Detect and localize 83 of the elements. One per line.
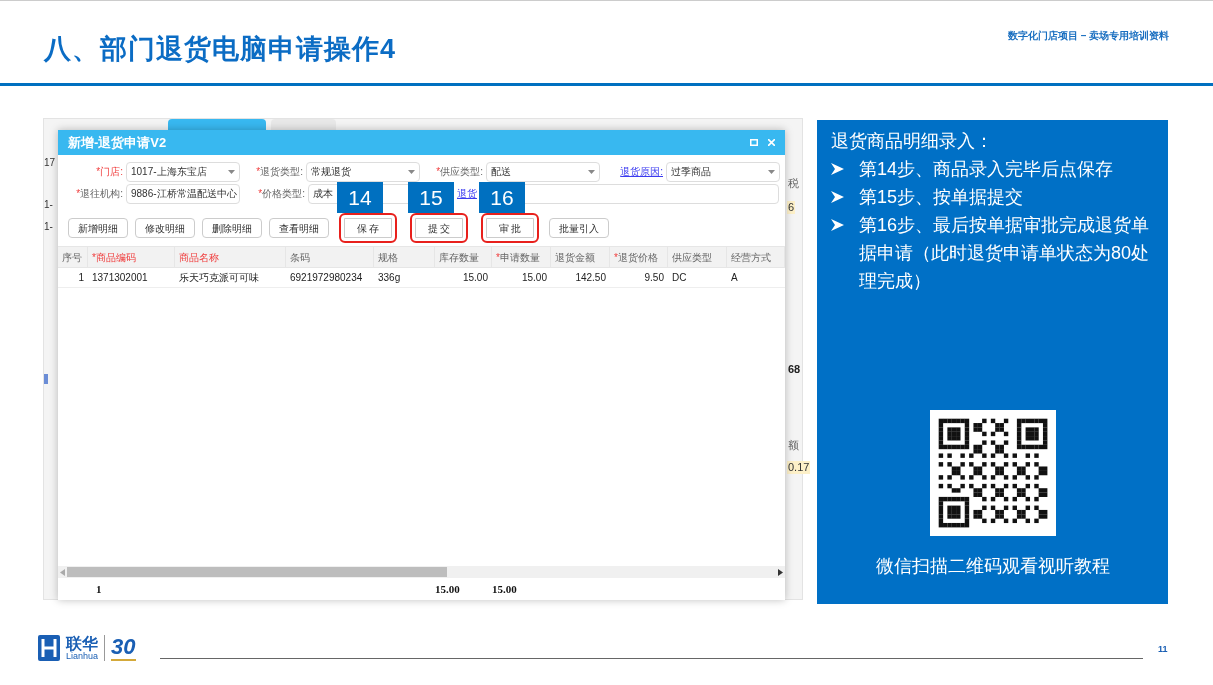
slide-subtitle: 数字化门店项目 – 卖场专用培训资料 (1007, 29, 1169, 43)
table-cell-text: 15.00 (461, 271, 489, 285)
column-header[interactable]: 退货金额 (551, 247, 610, 267)
table-cell-text: 6921972980234 (289, 271, 364, 285)
table-cell: 1- (44, 221, 53, 233)
step-number-tooltip: 16 (479, 182, 525, 213)
instruction-step: 第15步、按单据提交 (859, 183, 1024, 211)
column-header[interactable]: *退货价格 (610, 247, 668, 267)
field-label: *价格类型: (258, 187, 305, 201)
total-cell-text: 15.00 (435, 581, 461, 597)
instruction-step: 第16步、最后按单据审批完成退货单据申请（此时退货申请单状态为80处理完成） (859, 211, 1154, 295)
table-cell: 6 (787, 201, 796, 214)
table-cell-text: DC (671, 271, 688, 285)
selected-cell-marker (44, 374, 48, 384)
scroll-right-icon[interactable] (778, 568, 783, 576)
scroll-left-icon[interactable] (60, 568, 65, 576)
column-header[interactable]: *申请数量 (492, 247, 551, 267)
toolbar-button[interactable]: 新增明细 (68, 218, 128, 238)
dropdown-caret-icon (228, 169, 235, 174)
total-count: 1 (96, 581, 103, 597)
table-cell-text: 336g (377, 271, 402, 285)
toolbar-button[interactable]: 审 批 (481, 213, 539, 243)
table-cell: 0.17 (787, 461, 811, 474)
arrowhead-bullet-icon (831, 219, 844, 231)
instruction-step: 第14步、商品录入完毕后点保存 (859, 155, 1114, 183)
anniversary-mark: 30 (111, 635, 136, 661)
table-cell-text: 15.00 (520, 271, 548, 285)
table-cell: 1- (44, 199, 53, 211)
table-cell-text: 1 (77, 271, 85, 285)
column-header[interactable]: 库存数量 (435, 247, 492, 267)
horizontal-scrollbar[interactable] (58, 566, 785, 578)
step-number-tooltip: 14 (337, 182, 383, 213)
dropdown-caret-icon (588, 169, 595, 174)
qr-caption: 微信扫描二维码观看视听教程 (874, 555, 1111, 578)
select-field[interactable]: 配送 (486, 161, 600, 182)
table-cell-text: 乐天巧克派可可味 (178, 271, 260, 285)
table-cell-text: 1371302001 (91, 271, 149, 285)
logo-latin: Lianhua (66, 651, 99, 661)
table-cell: 额 (787, 439, 800, 452)
select-field[interactable]: 常规退货 (306, 161, 420, 182)
column-header[interactable]: 经营方式 (727, 247, 785, 267)
field-label: *门店: (96, 165, 123, 179)
logo-name: 联华 (66, 635, 99, 652)
toolbar-button[interactable]: 提 交 (410, 213, 468, 243)
close-icon[interactable] (768, 139, 775, 146)
table-cell: 17 (44, 157, 56, 169)
toolbar-button[interactable]: 批量引入 (549, 218, 609, 238)
page-number: 11 (1158, 643, 1168, 656)
field-link[interactable]: 退货 (457, 186, 477, 201)
instruction-heading: 退货商品明细录入： (831, 130, 994, 153)
table-cell-text: A (730, 271, 739, 285)
toolbar-button[interactable]: 查看明细 (269, 218, 329, 238)
dropdown-caret-icon (408, 169, 415, 174)
dialog-title: 新增-退货申请V2 (68, 133, 167, 152)
column-header[interactable]: 商品名称 (175, 247, 286, 267)
column-header[interactable]: *商品编码 (88, 247, 175, 267)
step-number-tooltip: 15 (408, 182, 454, 213)
table-cell: 68 (787, 363, 802, 376)
column-header[interactable]: 供应类型 (668, 247, 727, 267)
column-header[interactable]: 规格 (374, 247, 435, 267)
field-label: *供应类型: (436, 165, 483, 179)
dropdown-caret-icon (768, 169, 775, 174)
toolbar-button[interactable]: 保 存 (339, 213, 397, 243)
field-label: *退货类型: (256, 165, 303, 179)
field-label: *退往机构: (76, 187, 123, 201)
select-field[interactable]: 过季商品 (666, 161, 780, 182)
field-link[interactable]: 退货原因: (620, 164, 663, 179)
table-cell-text: 142.50 (574, 271, 607, 285)
table-cell: 税 (787, 177, 800, 190)
slide-title: 八、部门退货电脑申请操作4 (44, 33, 397, 66)
scrollbar-thumb[interactable] (67, 567, 447, 577)
maximize-icon[interactable] (750, 139, 758, 146)
column-header[interactable]: 条码 (286, 247, 374, 267)
logo-icon (38, 635, 60, 661)
column-header[interactable]: 序号 (58, 247, 88, 267)
arrowhead-bullet-icon (831, 191, 844, 203)
arrowhead-bullet-icon (831, 163, 844, 175)
toolbar-button[interactable]: 删除明细 (202, 218, 262, 238)
total-cell-text: 15.00 (492, 581, 517, 597)
select-field[interactable]: 1017-上海东宝店 (126, 161, 240, 182)
select-field[interactable]: 9886-江桥常温配送中心 (126, 183, 240, 204)
toolbar-button[interactable]: 修改明细 (135, 218, 195, 238)
table-cell-text: 9.50 (643, 271, 665, 285)
